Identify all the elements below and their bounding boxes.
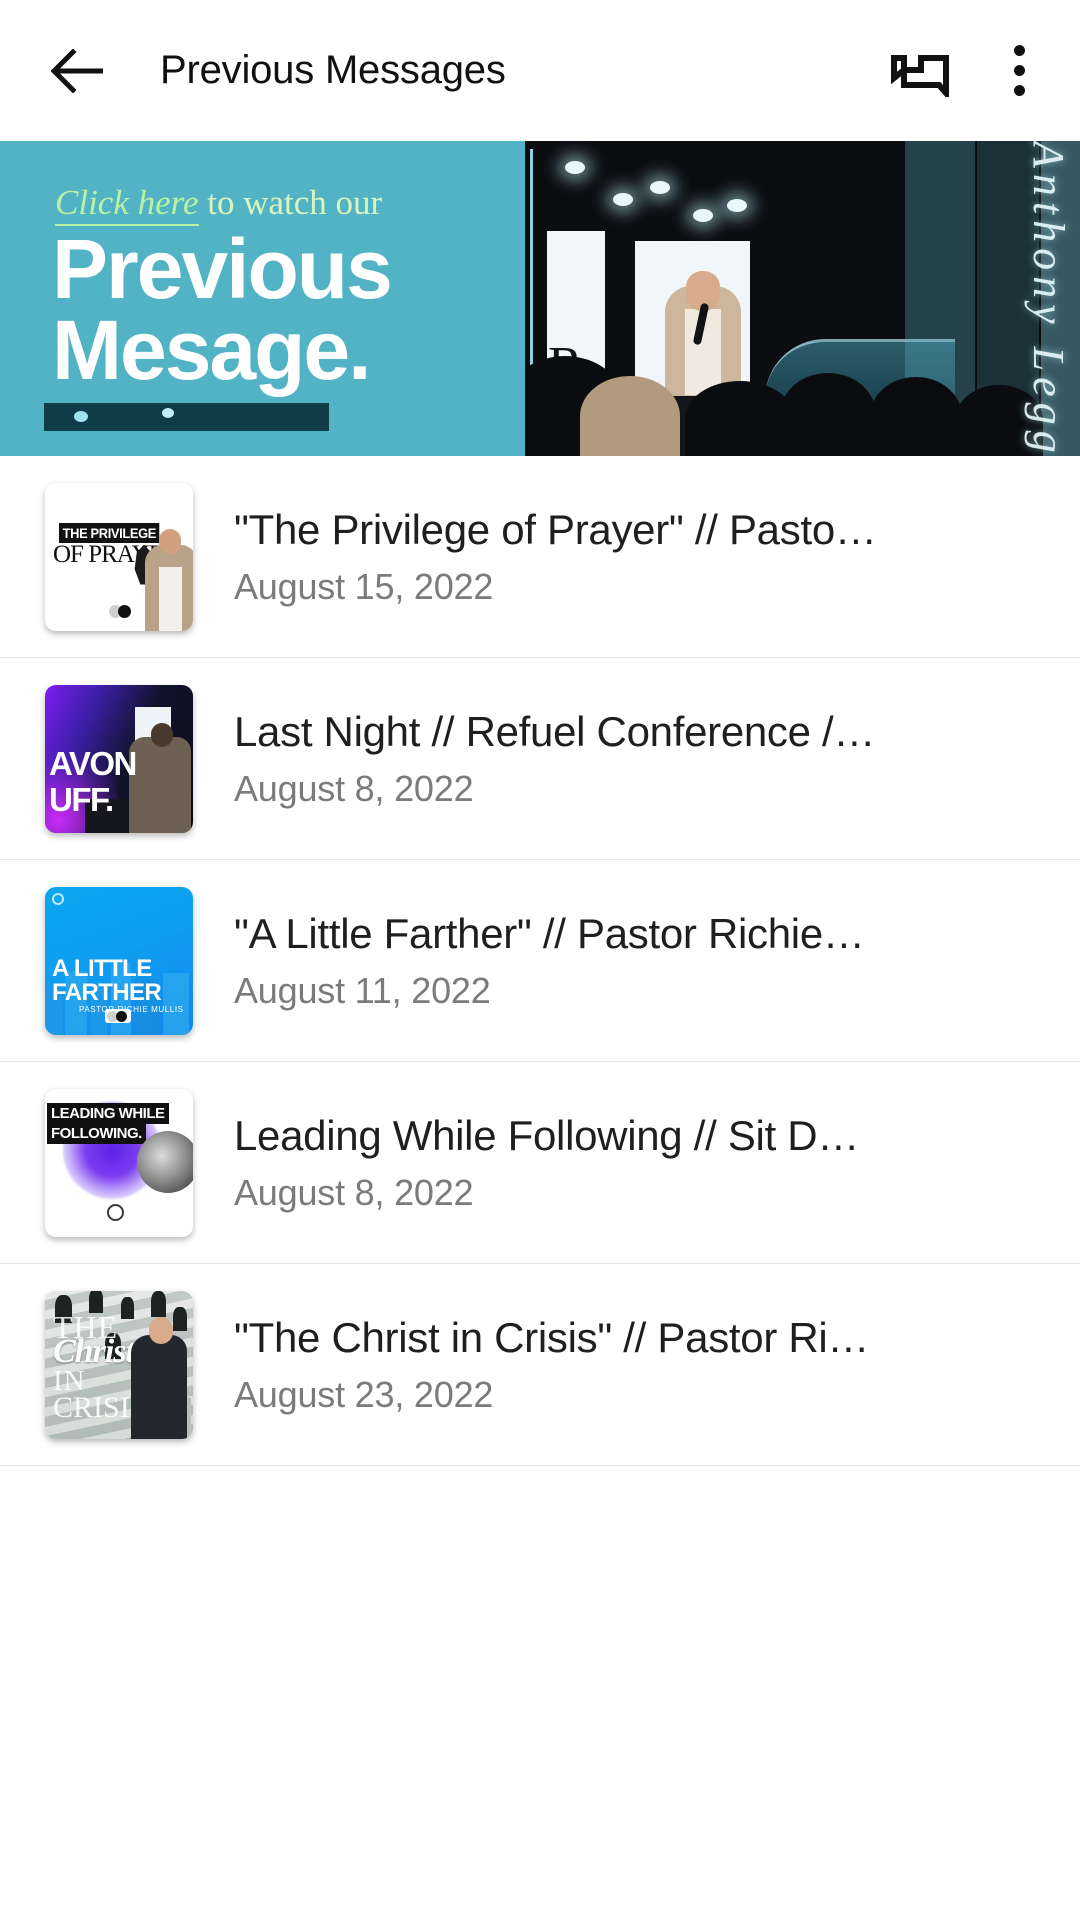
- speaker-photo: [145, 528, 193, 631]
- church-logo-icon: [107, 1203, 124, 1221]
- promo-banner[interactable]: Click here to watch our Previous Mesage.…: [0, 141, 1080, 456]
- back-button[interactable]: [30, 23, 126, 119]
- stage-light: [693, 209, 713, 222]
- thumb-title-line1: THE PRIVILEGE: [59, 522, 160, 543]
- list-item-date: August 23, 2022: [234, 1373, 494, 1415]
- audience-silhouette: [780, 373, 876, 456]
- list-item-text: "A Little Farther" // Pastor Richie… Aug…: [234, 910, 1050, 1012]
- cast-icon: [891, 54, 949, 97]
- list-item-text: "The Christ in Crisis" // Pastor Ri… Aug…: [234, 1314, 1050, 1416]
- stage-light: [613, 193, 633, 206]
- thumbnail-last-night-refuel: AVON UFF.: [45, 684, 193, 833]
- crowd-silhouette: [121, 1296, 134, 1319]
- audience-silhouette: [685, 381, 795, 456]
- thumb-title-line2: FARTHER: [52, 978, 162, 1006]
- back-arrow-icon: [51, 48, 103, 93]
- list-item[interactable]: LEADING WHILE FOLLOWING. Leading While F…: [0, 1062, 1080, 1263]
- list-item[interactable]: THE PRIVILEGE OF PRAYER "The Privilege o…: [0, 456, 1080, 657]
- church-logo-icon: [105, 1008, 131, 1023]
- list-item[interactable]: THE Christ IN CRISIS "The Christ in Cris…: [0, 1264, 1080, 1465]
- thumb-title-line2: FOLLOWING.: [47, 1122, 146, 1144]
- badge-icon: [52, 892, 64, 905]
- thumb-title-line1: LEADING WHILE: [47, 1102, 169, 1124]
- banner-headline-line1: Previous: [52, 222, 393, 316]
- speaker-photo: [131, 1316, 187, 1439]
- list-item[interactable]: AVON UFF. Last Night // Refuel Conferenc…: [0, 658, 1080, 859]
- list-item-date: August 11, 2022: [234, 969, 491, 1011]
- audience-silhouette: [580, 376, 680, 456]
- list-item-title: "The Christ in Crisis" // Pastor Ri…: [234, 1313, 870, 1361]
- banner-headline: Previous Mesage.: [52, 222, 393, 398]
- thumbnail-a-little-farther: A LITTLE FARTHER PASTOR RICHIE MULLIS: [45, 886, 193, 1035]
- banner-underline-bar: [44, 403, 329, 431]
- list-item-title: "The Privilege of Prayer" // Pasto…: [234, 505, 877, 553]
- app-bar-actions: [876, 25, 1080, 117]
- app-bar: Previous Messages: [0, 0, 1080, 141]
- crowd-silhouette: [173, 1306, 187, 1331]
- list-item-title: "A Little Farther" // Pastor Richie…: [234, 909, 865, 957]
- speaker-photo: [129, 722, 191, 833]
- page-title: Previous Messages: [160, 48, 506, 92]
- stage-light: [727, 199, 747, 212]
- church-logo-icon: [109, 604, 135, 619]
- banner-signature: Anthony Leggs: [1024, 141, 1073, 456]
- overflow-menu-button[interactable]: [976, 25, 1062, 117]
- crowd-silhouette: [151, 1290, 166, 1317]
- message-list: THE PRIVILEGE OF PRAYER "The Privilege o…: [0, 456, 1080, 1466]
- list-divider: [0, 1465, 1080, 1466]
- thumb-title-line1: AVON: [49, 744, 137, 782]
- list-item-title: Last Night // Refuel Conference /…: [234, 707, 876, 755]
- list-item-date: August 8, 2022: [234, 767, 474, 809]
- audience-silhouette: [870, 377, 962, 456]
- list-item-date: August 15, 2022: [234, 565, 494, 607]
- thumbnail-leading-while-following: LEADING WHILE FOLLOWING.: [45, 1088, 193, 1237]
- banner-photo: R Anthony Leggs: [525, 141, 1080, 456]
- stage-light: [565, 161, 585, 174]
- thumbnail-the-christ-in-crisis: THE Christ IN CRISIS: [45, 1290, 193, 1439]
- banner-headline-line2: Mesage.: [52, 303, 371, 398]
- banner-click-here-link[interactable]: Click here: [55, 183, 199, 226]
- list-item[interactable]: A LITTLE FARTHER PASTOR RICHIE MULLIS "A…: [0, 860, 1080, 1061]
- thumbnail-privilege-of-prayer: THE PRIVILEGE OF PRAYER: [45, 482, 193, 631]
- banner-kicker-rest: to watch our: [198, 183, 383, 222]
- list-item-title: Leading While Following // Sit Do…: [234, 1111, 879, 1159]
- more-vert-icon: [1013, 45, 1025, 96]
- list-item-text: Leading While Following // Sit Do… Augus…: [234, 1112, 1050, 1214]
- stage-light: [650, 181, 670, 194]
- banner-kicker: Click here to watch our: [55, 183, 383, 226]
- speaker-photo: [137, 1130, 193, 1193]
- list-item-text: Last Night // Refuel Conference /… Augus…: [234, 708, 1050, 810]
- banner-left-panel: Click here to watch our Previous Mesage.: [0, 141, 525, 456]
- thumb-subtitle: PASTOR RICHIE MULLIS: [79, 1004, 184, 1014]
- list-item-date: August 8, 2022: [234, 1171, 474, 1213]
- cast-button[interactable]: [876, 25, 968, 117]
- list-item-text: "The Privilege of Prayer" // Pasto… Augu…: [234, 506, 1050, 608]
- thumb-title-line2: UFF.: [49, 780, 114, 818]
